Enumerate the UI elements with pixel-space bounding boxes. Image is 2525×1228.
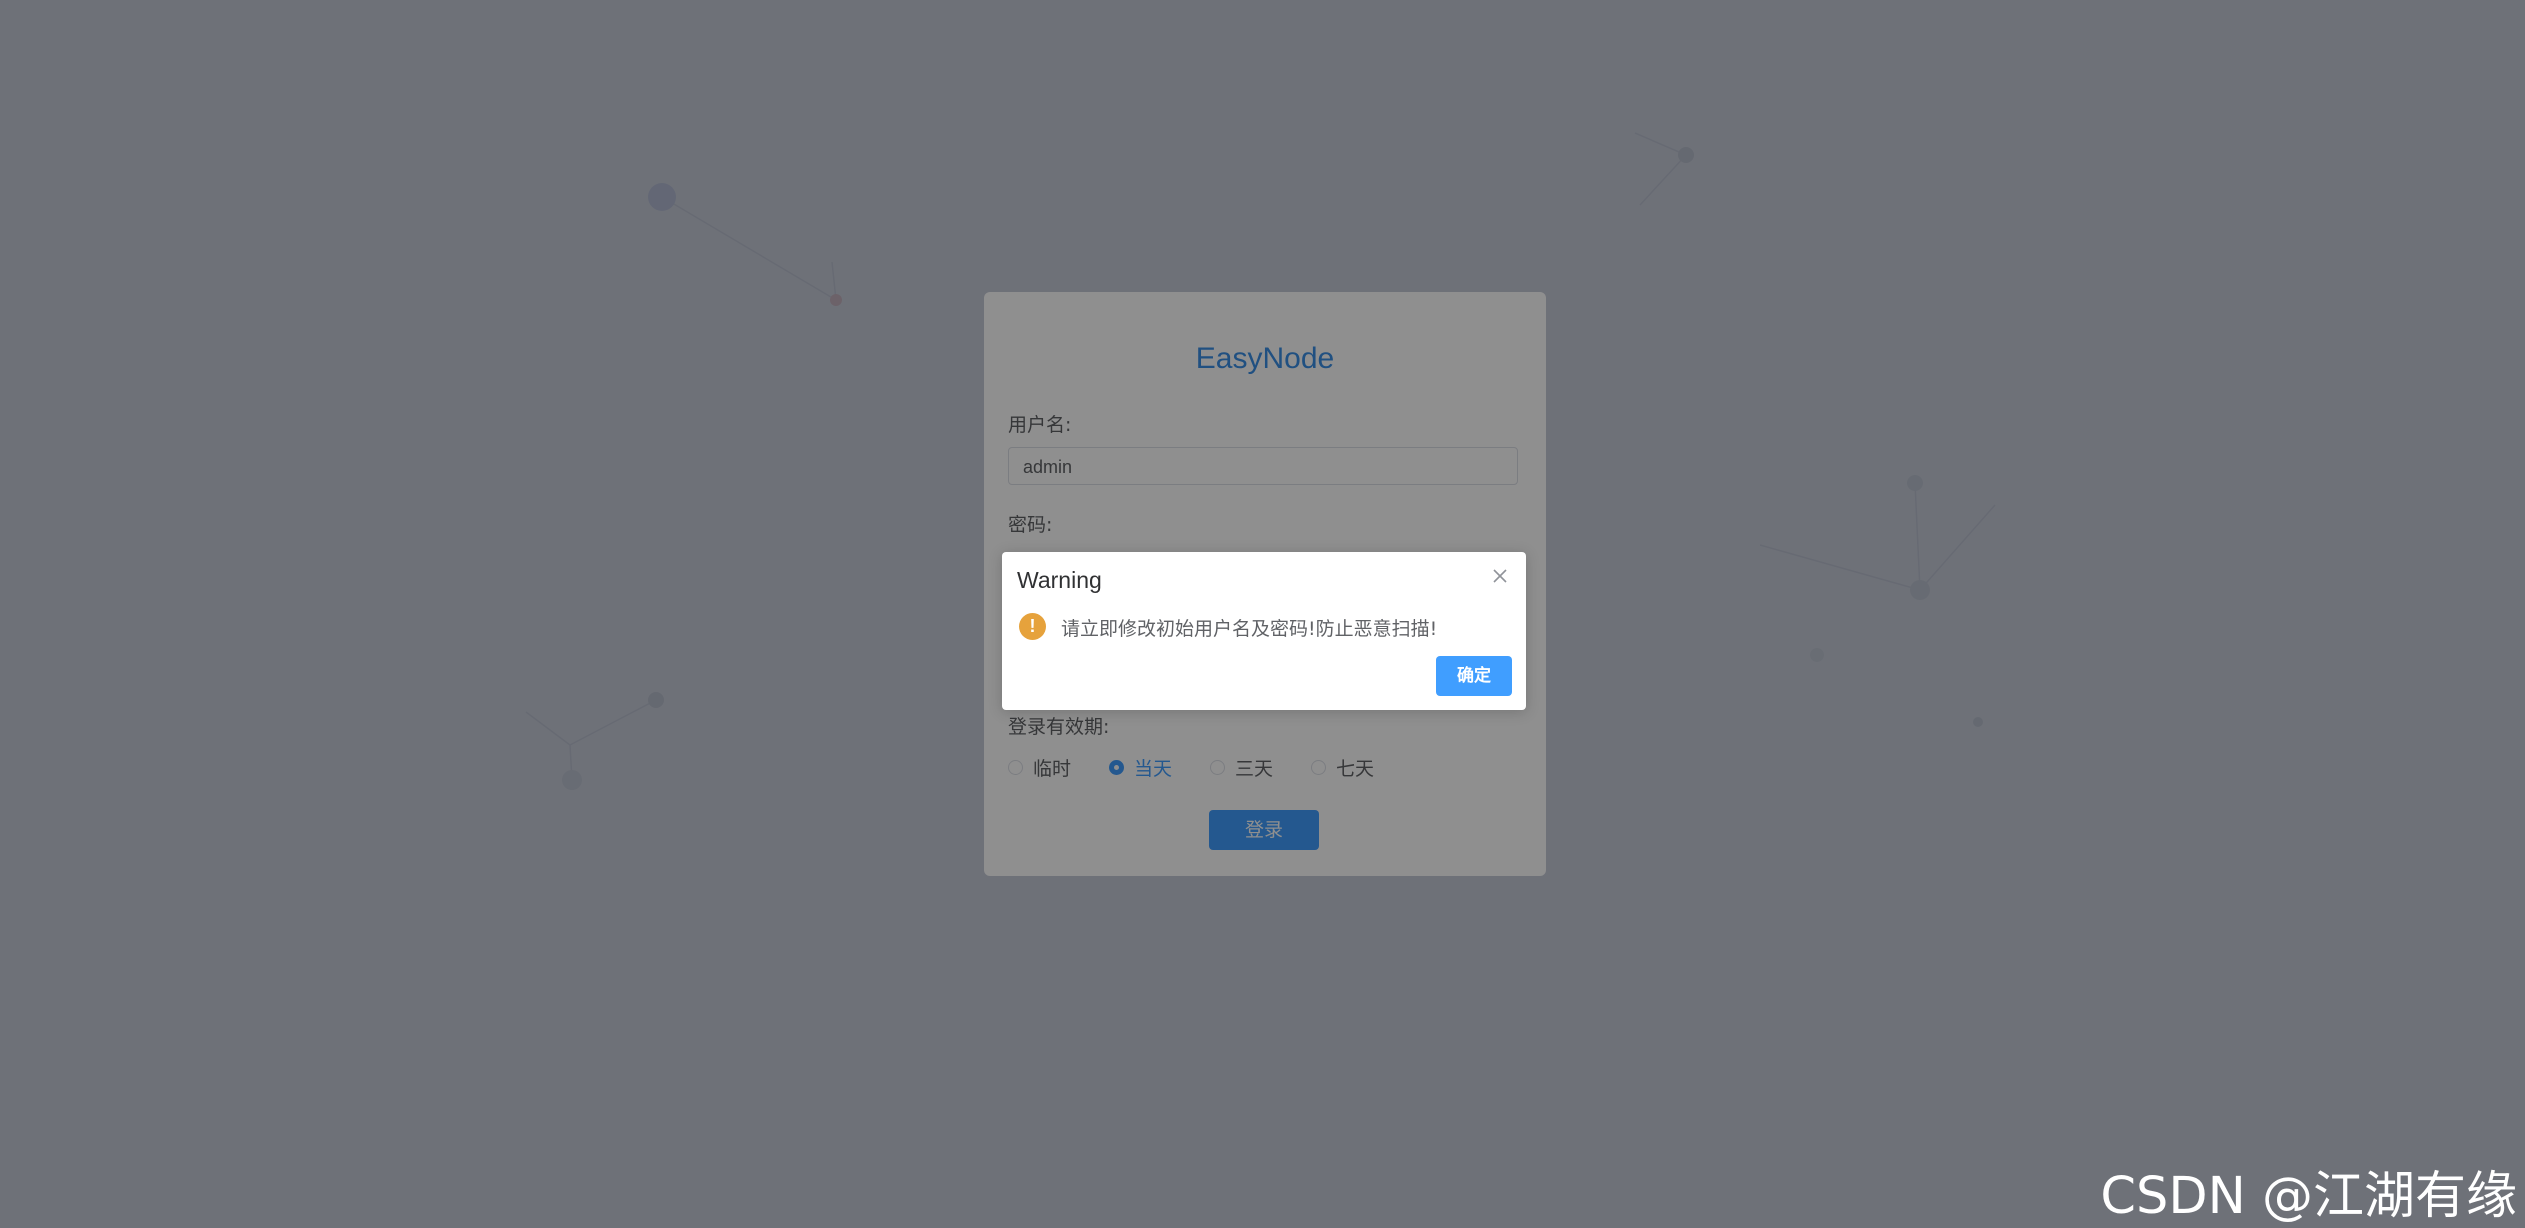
radio-label: 当天 xyxy=(1134,758,1173,780)
radio-seven-days[interactable]: 七天 xyxy=(1311,754,1374,781)
login-button[interactable]: 登录 xyxy=(1209,810,1319,850)
confirm-button[interactable]: 确定 xyxy=(1436,656,1512,696)
expire-label: 登录有效期: xyxy=(1008,716,1110,738)
username-input[interactable]: admin xyxy=(1008,447,1518,485)
close-icon[interactable] xyxy=(1492,568,1508,584)
dialog-title: Warning xyxy=(1017,567,1102,593)
warning-icon: ! xyxy=(1019,613,1046,640)
dialog-message: 请立即修改初始用户名及密码!防止恶意扫描! xyxy=(1061,618,1438,640)
password-label: 密码: xyxy=(1008,514,1053,536)
radio-circle-checked[interactable] xyxy=(1109,760,1125,775)
warning-dialog: Warning ! 请立即修改初始用户名及密码!防止恶意扫描! 确定 xyxy=(1002,552,1526,710)
radio-label: 七天 xyxy=(1336,758,1375,780)
watermark: CSDN @江湖有缘 xyxy=(2100,1167,2517,1226)
app-title: EasyNode xyxy=(1195,342,1335,375)
radio-circle[interactable] xyxy=(1210,760,1226,775)
radio-label: 临时 xyxy=(1033,758,1072,780)
radio-circle[interactable] xyxy=(1008,760,1023,775)
radio-three-days[interactable]: 三天 xyxy=(1210,754,1273,781)
radio-circle[interactable] xyxy=(1311,760,1327,775)
username-label: 用户名: xyxy=(1008,414,1072,436)
radio-label: 三天 xyxy=(1235,758,1274,780)
expire-radio-group: 临时 当天 三天 七天 xyxy=(1008,754,1412,781)
radio-today[interactable]: 当天 xyxy=(1109,754,1172,781)
radio-temporary[interactable]: 临时 xyxy=(1008,754,1071,781)
